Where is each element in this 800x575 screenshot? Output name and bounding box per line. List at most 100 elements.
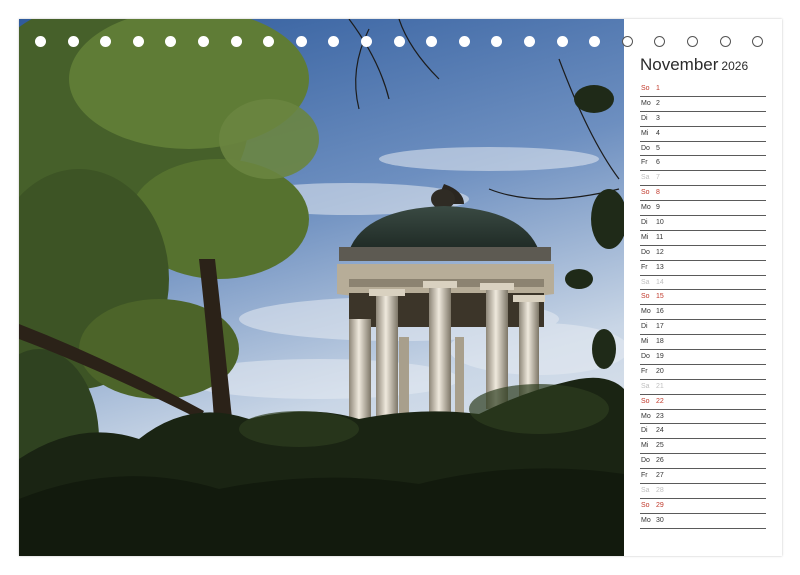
weekday-label: Sa: [641, 382, 650, 390]
binding-hole: [458, 36, 470, 47]
day-row: So 22: [640, 395, 766, 410]
binding-hole: [328, 36, 340, 47]
day-row: Mi 25: [640, 439, 766, 455]
day-number: 3: [656, 114, 660, 122]
day-number: 21: [656, 382, 664, 390]
day-row: Di 24: [640, 424, 766, 440]
day-row: Mi 18: [640, 335, 766, 351]
day-number: 14: [656, 278, 664, 286]
day-number: 30: [656, 516, 664, 524]
day-number: 2: [656, 99, 660, 107]
binding-hole: [361, 36, 372, 47]
binding-hole: [198, 36, 209, 47]
binding-hole: [100, 36, 112, 47]
day-row: Sa 7: [640, 171, 766, 187]
day-row: Do 5: [640, 142, 766, 157]
weekday-label: Fr: [641, 159, 648, 167]
weekday-label: Mo: [641, 308, 651, 316]
binding-hole: [752, 36, 764, 47]
calendar-panel: November 2026 So 1 Mo 2 Di 3 Mi 4 Do 5 Fr 6 Sa 7 So 8 Mo 9…: [624, 19, 782, 556]
binding-hole: [165, 36, 177, 47]
day-number: 22: [656, 397, 664, 405]
binding-hole: [230, 36, 242, 47]
day-number: 17: [656, 323, 664, 331]
day-row: Mo 23: [640, 410, 766, 425]
day-row: So 8: [640, 186, 766, 202]
day-row: Mo 30: [640, 514, 766, 529]
weekday-label: Mi: [641, 338, 649, 346]
day-row: Sa 21: [640, 380, 766, 395]
day-number: 5: [656, 144, 660, 152]
day-number: 6: [656, 159, 660, 167]
day-row: Di 3: [640, 112, 766, 127]
day-number: 10: [656, 219, 664, 227]
binding-hole: [35, 36, 46, 47]
day-number: 27: [656, 472, 664, 480]
day-number: 24: [656, 427, 664, 435]
day-row: Mi 4: [640, 127, 766, 142]
binding-hole: [132, 36, 144, 47]
weekday-label: Di: [641, 323, 648, 331]
weekday-label: Fr: [641, 367, 648, 375]
day-number: 12: [656, 248, 664, 256]
weekday-label: Di: [641, 427, 648, 435]
weekday-label: Do: [641, 353, 650, 361]
day-number: 26: [656, 457, 664, 465]
binding-hole: [589, 36, 601, 47]
month-title: November 2026: [640, 55, 748, 75]
binding-hole: [263, 36, 275, 47]
day-number: 29: [656, 501, 664, 509]
day-number: 23: [656, 412, 664, 420]
day-number: 1: [656, 85, 660, 92]
weekday-label: So: [641, 85, 650, 92]
month-name: November: [640, 55, 719, 74]
weekday-label: So: [641, 293, 650, 301]
day-number: 28: [656, 487, 664, 495]
binding-hole: [654, 36, 666, 47]
weekday-label: Sa: [641, 278, 650, 286]
weekday-label: So: [641, 501, 650, 509]
weekday-label: Mi: [641, 442, 649, 450]
binding-hole: [491, 36, 503, 47]
weekday-label: Di: [641, 219, 648, 227]
weekday-label: Mo: [641, 516, 651, 524]
day-row: Di 17: [640, 320, 766, 336]
binding-hole: [687, 36, 698, 47]
weekday-label: Mi: [641, 129, 649, 137]
day-list: So 1 Mo 2 Di 3 Mi 4 Do 5 Fr 6 Sa 7 So 8 Mo 9 Di 10 Mi 11 Do 12 F…: [640, 82, 766, 529]
day-row: Do 12: [640, 246, 766, 261]
day-number: 19: [656, 353, 664, 361]
day-row: So 1: [640, 82, 766, 97]
weekday-label: Do: [641, 144, 650, 152]
binding-hole: [295, 36, 307, 47]
weekday-label: Mo: [641, 204, 651, 212]
day-number: 4: [656, 129, 660, 137]
day-row: Di 10: [640, 216, 766, 231]
day-number: 11: [656, 233, 664, 241]
weekday-label: Do: [641, 248, 650, 256]
day-row: Sa 28: [640, 484, 766, 499]
weekday-label: Di: [641, 114, 648, 122]
day-number: 9: [656, 204, 660, 212]
day-row: Mo 2: [640, 97, 766, 112]
photo-monopteros: [19, 19, 624, 556]
day-row: Mo 9: [640, 201, 766, 217]
weekday-label: Sa: [641, 174, 650, 182]
day-row: Fr 6: [640, 156, 766, 172]
binding-hole: [556, 36, 568, 47]
weekday-label: Mo: [641, 412, 651, 420]
weekday-label: Fr: [641, 472, 648, 480]
weekday-label: So: [641, 189, 650, 197]
temple-photo-illustration: [19, 19, 624, 556]
day-row: Sa 14: [640, 276, 766, 291]
day-row: Fr 27: [640, 469, 766, 485]
day-number: 13: [656, 263, 664, 271]
day-row: Do 19: [640, 350, 766, 365]
binding-hole: [524, 36, 535, 47]
weekday-label: Fr: [641, 263, 648, 271]
day-row: Fr 13: [640, 261, 766, 276]
binding-hole: [621, 36, 633, 47]
day-row: Mi 11: [640, 231, 766, 246]
spiral-binding: [0, 34, 800, 50]
weekday-label: Sa: [641, 487, 650, 495]
